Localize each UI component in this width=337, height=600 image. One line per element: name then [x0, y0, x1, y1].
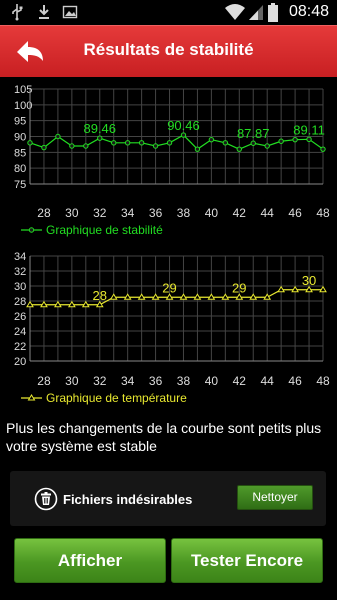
temperature-y-tick: 20: [14, 356, 26, 368]
stability-y-tick: 75: [14, 179, 26, 191]
stability-x-tick: 44: [261, 206, 275, 220]
stability-x-tick: 42: [233, 206, 247, 220]
temperature-x-tick: 32: [93, 374, 107, 388]
app-bar: Résultats de stabilité: [0, 25, 337, 77]
temperature-y-tick: 24: [14, 326, 26, 338]
stability-legend-label: Graphique de stabilité: [46, 223, 163, 237]
temperature-x-tick: 28: [37, 374, 51, 388]
trash-icon: [34, 487, 58, 511]
stability-y-tick: 85: [14, 147, 26, 159]
show-button[interactable]: Afficher: [14, 538, 166, 583]
stability-x-tick: 34: [121, 206, 135, 220]
temperature-x-tick: 30: [65, 374, 79, 388]
stability-data-point: [208, 136, 215, 143]
stability-x-tick: 30: [65, 206, 79, 220]
stability-y-tick: 80: [14, 163, 26, 175]
stability-data-point: [83, 143, 89, 149]
stability-y-tick: 90: [14, 132, 26, 144]
stability-chart-svg: 105100959085807528 30 32 34 36 38 40 42 44 46 4889…: [14, 84, 330, 237]
stability-data-point: [264, 143, 270, 149]
stability-data-point: [278, 138, 284, 144]
temperature-chart: 34 32 30 28 26 24 22 20 28 30 32 34 36 38 40 42 44 46 48 28…: [0, 247, 337, 413]
temperature-x-tick: 34: [121, 374, 135, 388]
temperature-y-tick: 22: [14, 341, 26, 353]
temperature-x-tick: 48: [316, 374, 330, 388]
temperature-y-tick: 28: [14, 296, 26, 308]
stability-data-point: [111, 140, 117, 146]
temperature-legend-label: Graphique de température: [46, 391, 187, 405]
stability-data-label: 87.87: [237, 126, 270, 141]
temperature-x-tick: 38: [177, 374, 191, 388]
stability-x-tick: 46: [288, 206, 302, 220]
stability-data-point: [97, 135, 103, 141]
stability-x-tick: 36: [149, 206, 163, 220]
temperature-data-label: 28: [93, 288, 107, 303]
stability-data-point: [124, 140, 131, 146]
stability-data-point: [138, 140, 145, 146]
stability-data-point: [320, 146, 326, 152]
junk-files-label: Fichiers indésirables: [63, 492, 193, 507]
temperature-data-label: 29: [162, 280, 176, 295]
stability-x-tick: 28: [37, 206, 51, 220]
stability-data-point: [55, 133, 61, 140]
stability-chart: 105 100 95 90 85 80 75 28 30 32 34 36 38 40 42 44 46 48 89…: [0, 77, 337, 247]
status-clock: 08:48: [288, 3, 329, 20]
status-bar: 08:48: [0, 0, 337, 25]
temperature-y-tick: 34: [14, 251, 26, 263]
signal-icon: [249, 5, 263, 20]
stability-data-label: 89.11: [293, 122, 325, 137]
temperature-x-tick: 46: [288, 374, 302, 388]
download-icon: [39, 5, 49, 19]
stability-y-tick: 95: [14, 116, 26, 128]
battery-icon: [268, 3, 278, 22]
temperature-y-tick: 32: [14, 266, 26, 278]
stability-data-point: [41, 144, 47, 151]
temperature-y-tick: 30: [14, 281, 26, 293]
clean-button[interactable]: Nettoyer: [237, 485, 313, 510]
stability-x-tick: 38: [177, 206, 191, 220]
stability-data-point: [306, 136, 312, 143]
temperature-x-tick: 40: [205, 374, 219, 388]
stability-data-point: [292, 136, 298, 143]
stability-data-point: [222, 140, 229, 146]
stability-data-point: [166, 140, 173, 146]
stability-data-point: [27, 140, 33, 146]
stability-description: Plus les changements de la courbe sont p…: [6, 420, 322, 454]
stability-data-point: [69, 143, 75, 149]
temperature-x-tick: 42: [233, 374, 247, 388]
stability-legend-marker: [28, 227, 35, 233]
stability-data-label: 90.46: [167, 118, 200, 133]
retest-button[interactable]: Tester Encore: [171, 538, 323, 583]
temperature-chart-svg: 34 32 30 28 26 24 22 20 28 30 32 34 36 38 40 42 44 46 48 28…: [14, 251, 330, 405]
stability-data-point: [180, 132, 187, 138]
temperature-x-tick: 36: [149, 374, 163, 388]
temperature-data-label: 29: [232, 280, 246, 295]
temperature-y-tick: 26: [14, 311, 26, 323]
stability-x-tick: 40: [205, 206, 219, 220]
junk-files-panel: Fichiers indésirables Nettoyer: [10, 471, 326, 526]
stability-data-point: [194, 146, 201, 152]
stability-data-point: [152, 143, 159, 149]
wifi-icon: [225, 4, 245, 20]
stability-data-point: [250, 140, 256, 146]
stability-x-tick: 32: [93, 206, 107, 220]
temperature-x-tick: 44: [261, 374, 275, 388]
usb-icon: [12, 4, 23, 21]
temperature-data-label: 30: [302, 273, 316, 288]
stability-data-point: [236, 146, 242, 152]
stability-x-tick: 48: [316, 206, 330, 220]
image-icon: [62, 5, 78, 19]
page-title: Résultats de stabilité: [83, 40, 254, 59]
stability-data-label: 89.46: [83, 121, 116, 136]
